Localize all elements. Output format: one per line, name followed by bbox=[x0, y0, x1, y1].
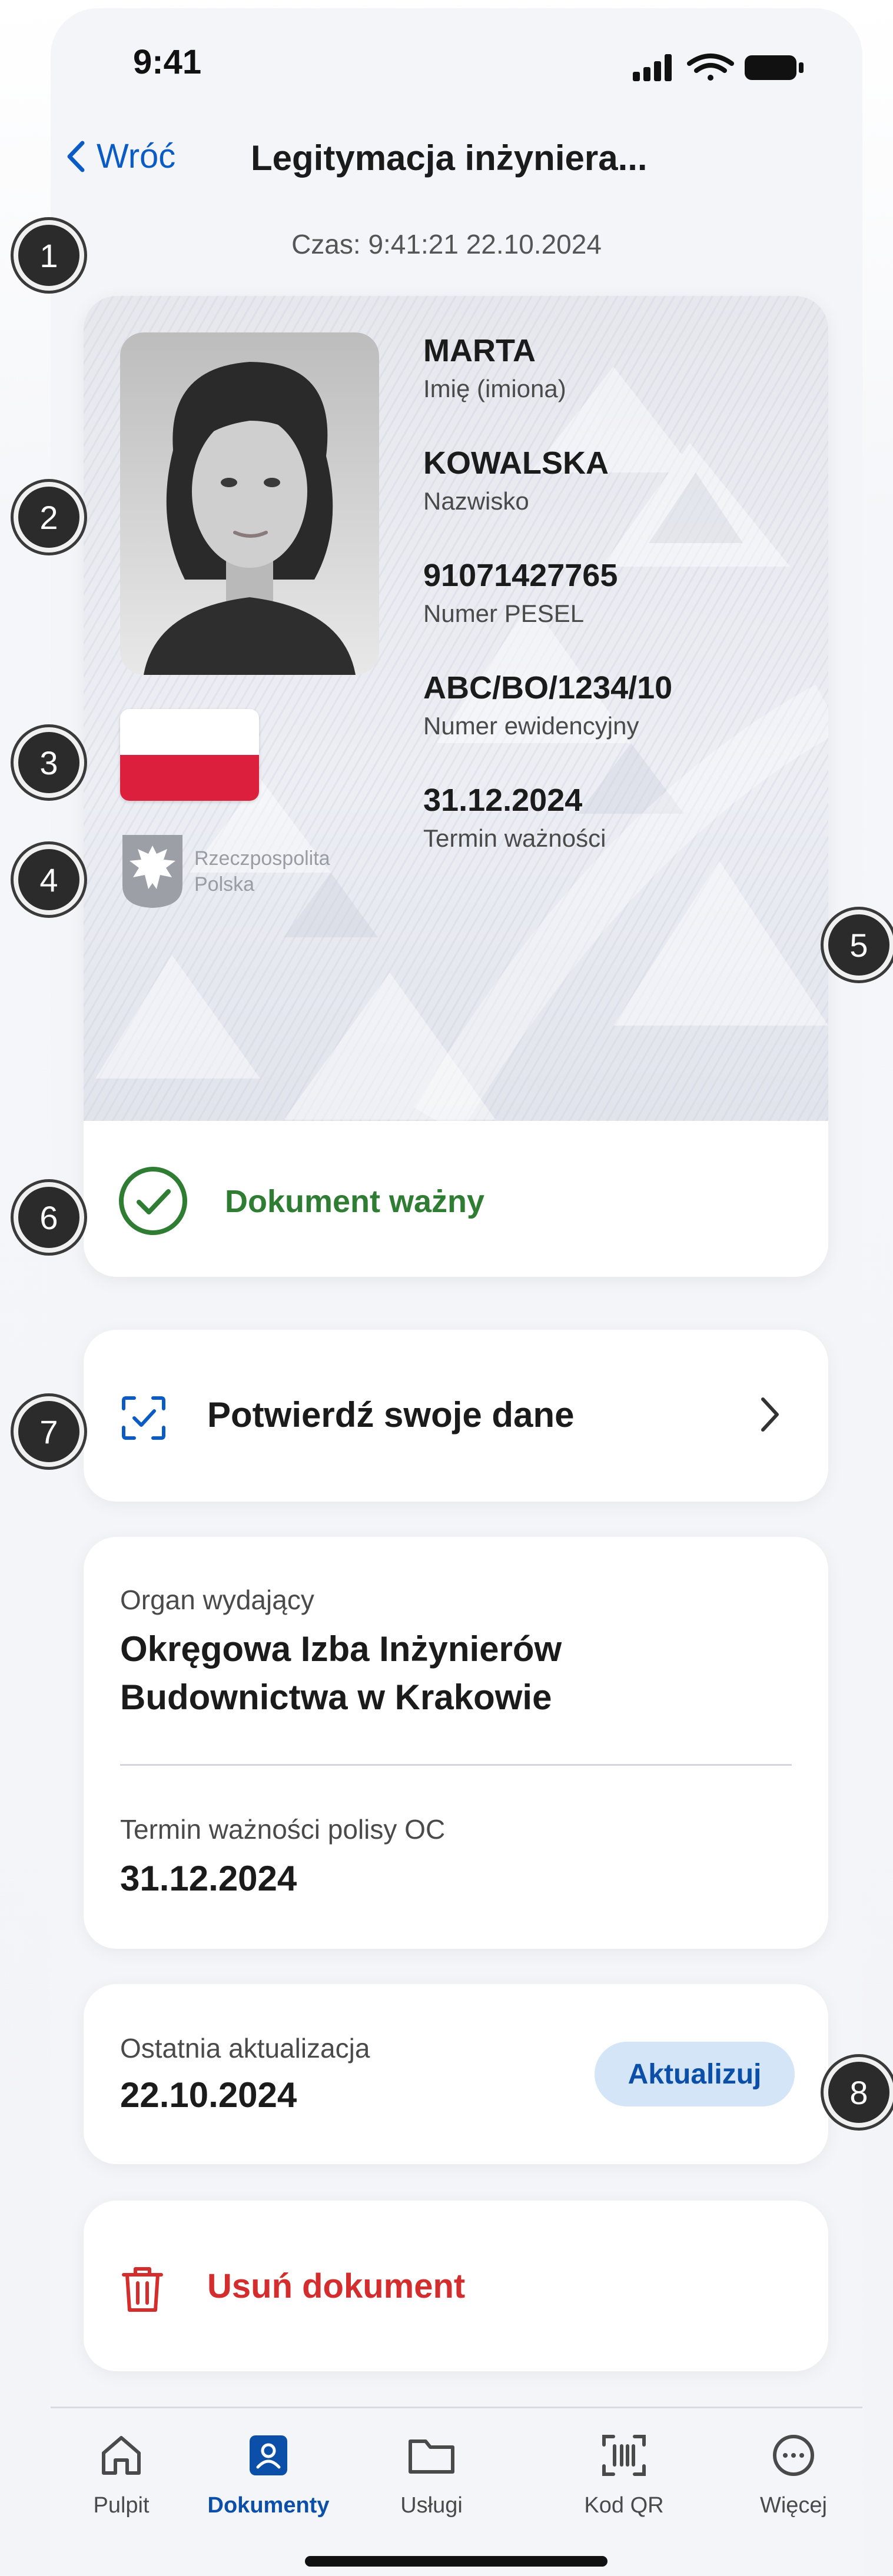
person-card-icon bbox=[250, 2435, 287, 2475]
battery-icon bbox=[745, 55, 804, 80]
emblem-text-line2: Polska bbox=[194, 873, 255, 896]
field-last-name: KOWALSKA Nazwisko bbox=[423, 445, 609, 515]
divider bbox=[120, 1764, 792, 1766]
organ-line-1: Okręgowa Izba Inżynierów bbox=[120, 1629, 562, 1669]
tab-wiecej[interactable]: Więcej bbox=[723, 2426, 864, 2518]
marker-1: 1 bbox=[14, 220, 84, 291]
organ-label: Organ wydający bbox=[120, 1585, 314, 1615]
tab-dokumenty[interactable]: Dokumenty bbox=[198, 2426, 339, 2518]
trash-icon bbox=[122, 2267, 163, 2312]
chevron-right-icon bbox=[761, 1397, 779, 1432]
marker-6: 6 bbox=[14, 1182, 84, 1253]
status-icons bbox=[633, 51, 809, 86]
page-title: Legitymacja inżyniera... bbox=[251, 138, 648, 178]
confirm-data-label: Potwierdź swoje dane bbox=[207, 1395, 575, 1435]
tab-pulpit-label: Pulpit bbox=[93, 2493, 150, 2518]
first-name-value: MARTA bbox=[423, 333, 536, 368]
back-button[interactable]: Wróć bbox=[66, 137, 175, 176]
issuer-section: Organ wydający Okręgowa Izba Inżynierów … bbox=[84, 1537, 828, 1949]
marker-3: 3 bbox=[14, 727, 84, 798]
timestamp: Czas: 9:41:21 22.10.2024 bbox=[291, 229, 602, 259]
last-name-label: Nazwisko bbox=[423, 487, 529, 515]
tab-uslugi[interactable]: Usługi bbox=[361, 2426, 502, 2518]
emblem-text-line1: Rzeczpospolita bbox=[194, 847, 330, 870]
organ-value: Okręgowa Izba Inżynierów Budownictwa w K… bbox=[120, 1625, 562, 1722]
last-update-date: 22.10.2024 bbox=[120, 2075, 297, 2115]
signal-icon bbox=[633, 54, 672, 81]
check-circle-icon bbox=[119, 1167, 187, 1235]
tab-pulpit[interactable]: Pulpit bbox=[51, 2426, 192, 2518]
folder-icon bbox=[409, 2439, 454, 2474]
chevron-left-icon bbox=[67, 141, 85, 172]
last-name-value: KOWALSKA bbox=[423, 445, 609, 481]
scan-check-icon bbox=[122, 1396, 165, 1440]
polish-flag bbox=[120, 709, 259, 801]
expiry-value: 31.12.2024 bbox=[423, 783, 583, 818]
home-icon bbox=[102, 2436, 141, 2475]
document-status: Dokument ważny bbox=[84, 1121, 828, 1277]
pesel-label: Numer PESEL bbox=[423, 600, 585, 627]
organ-line-2: Budownictwa w Krakowie bbox=[120, 1678, 552, 1717]
marker-7: 7 bbox=[14, 1396, 84, 1467]
update-button[interactable]: Aktualizuj bbox=[595, 2042, 795, 2106]
confirm-data-button[interactable]: Potwierdź swoje dane bbox=[84, 1330, 828, 1502]
tab-kod-qr-label: Kod QR bbox=[584, 2493, 664, 2518]
more-icon bbox=[773, 2435, 814, 2476]
id-card: Rzeczpospolita Polska MARTA Imię (imiona… bbox=[84, 296, 828, 1277]
registry-number-label: Numer ewidencyjny bbox=[423, 712, 639, 740]
qr-scan-icon bbox=[602, 2435, 646, 2476]
status-time: 9:41 bbox=[133, 43, 202, 81]
first-name-label: Imię (imiona) bbox=[423, 375, 566, 402]
holder-photo bbox=[120, 332, 379, 675]
delete-document-button[interactable]: Usuń dokument bbox=[84, 2201, 828, 2371]
marker-8: 8 bbox=[824, 2057, 893, 2128]
field-pesel: 91071427765 Numer PESEL bbox=[423, 557, 618, 628]
home-indicator bbox=[305, 2556, 607, 2567]
field-first-name: MARTA Imię (imiona) bbox=[423, 332, 566, 403]
policy-value: 31.12.2024 bbox=[120, 1859, 297, 1898]
last-update-label: Ostatnia aktualizacja bbox=[120, 2033, 370, 2064]
tab-kod-qr[interactable]: Kod QR bbox=[553, 2426, 695, 2518]
marker-2: 2 bbox=[14, 482, 84, 553]
pesel-value: 91071427765 bbox=[423, 558, 618, 593]
tab-bar: Pulpit Dokumenty Usługi Kod QR Więcej bbox=[51, 2407, 862, 2576]
registry-number-value: ABC/BO/1234/10 bbox=[423, 670, 673, 705]
wifi-icon bbox=[687, 54, 734, 81]
expiry-label: Termin ważności bbox=[423, 824, 606, 852]
tab-uslugi-label: Usługi bbox=[400, 2493, 463, 2518]
field-expiry: 31.12.2024 Termin ważności bbox=[423, 782, 606, 853]
tab-wiecej-label: Więcej bbox=[759, 2493, 828, 2518]
policy-label: Termin ważności polisy OC bbox=[120, 1814, 446, 1845]
back-label: Wróć bbox=[97, 137, 176, 175]
eagle-emblem-icon bbox=[120, 833, 185, 909]
delete-document-label: Usuń dokument bbox=[207, 2267, 466, 2305]
tab-dokumenty-label: Dokumenty bbox=[207, 2493, 330, 2518]
update-section: Ostatnia aktualizacja 22.10.2024 Aktuali… bbox=[84, 1984, 828, 2164]
marker-4: 4 bbox=[14, 844, 84, 915]
field-registry-number: ABC/BO/1234/10 Numer ewidencyjny bbox=[423, 670, 672, 740]
marker-5: 5 bbox=[824, 910, 893, 980]
status-text: Dokument ważny bbox=[225, 1184, 485, 1219]
